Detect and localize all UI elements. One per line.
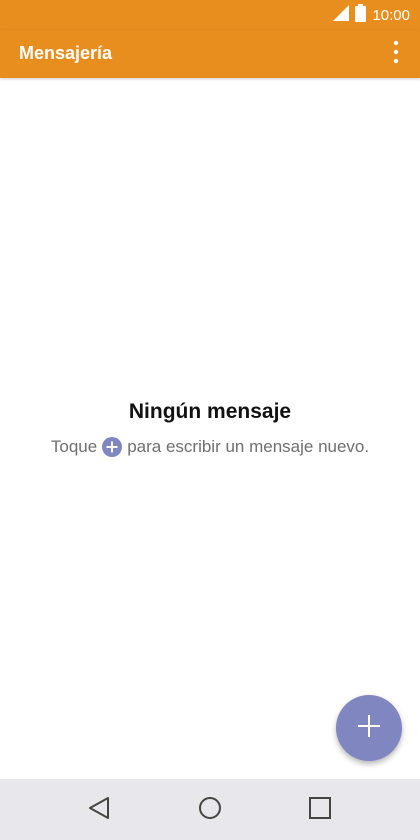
empty-state-title: Ningún mensaje <box>128 400 292 423</box>
status-bar: 10:00 <box>0 0 420 30</box>
plus-icon <box>357 714 381 743</box>
back-button[interactable] <box>84 795 114 825</box>
status-time: 10:00 <box>372 6 410 24</box>
overflow-menu-icon <box>393 40 399 69</box>
new-message-button[interactable] <box>336 695 402 761</box>
empty-state: Ningún mensaje Toque para escribir un me… <box>0 400 420 457</box>
hint-text-before: Toque <box>50 437 98 456</box>
home-button[interactable] <box>195 795 225 825</box>
plus-circle-icon <box>102 437 123 457</box>
recents-icon <box>308 796 332 825</box>
status-icons: 10:00 <box>333 3 410 27</box>
navigation-bar <box>0 779 420 840</box>
app-title: Mensajería <box>19 43 113 63</box>
recents-button[interactable] <box>305 795 335 825</box>
battery-icon <box>355 3 367 27</box>
home-icon <box>198 796 222 825</box>
back-icon <box>88 796 110 825</box>
empty-state-hint: Toque para escribir un mensaje nuevo. <box>0 437 420 457</box>
hint-text-after: para escribir un mensaje nuevo. <box>127 437 370 456</box>
app-bar: Mensajería <box>0 30 420 78</box>
overflow-menu-button[interactable] <box>384 38 408 70</box>
signal-icon <box>333 4 350 26</box>
